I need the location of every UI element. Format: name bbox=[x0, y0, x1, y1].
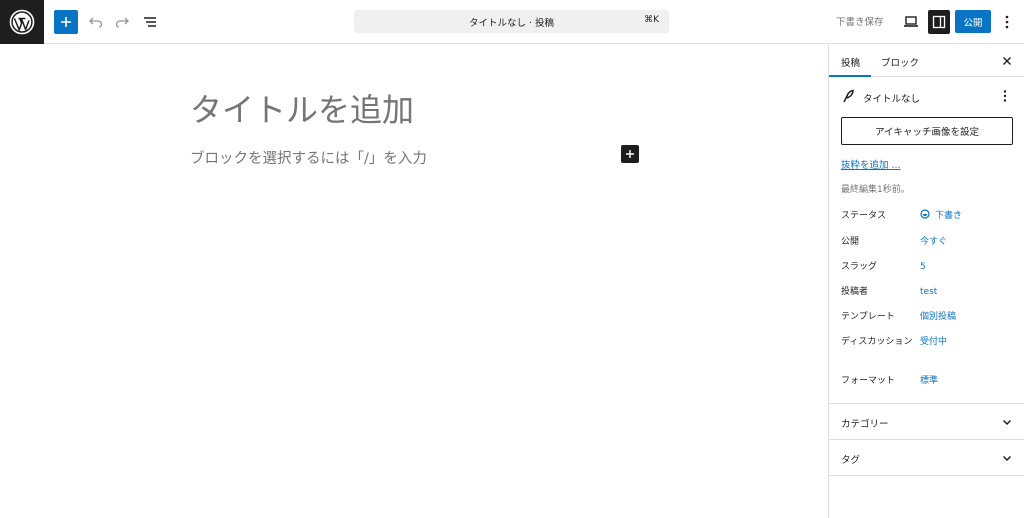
wordpress-logo-button[interactable] bbox=[0, 0, 44, 44]
plus-icon bbox=[626, 150, 634, 158]
redo-button[interactable] bbox=[112, 12, 132, 32]
command-shortcut: ⌘K bbox=[644, 15, 659, 25]
save-draft-button[interactable]: 下書き保存 bbox=[836, 14, 884, 28]
draft-status-icon bbox=[920, 209, 930, 219]
discussion-value[interactable]: 受付中 bbox=[920, 335, 947, 349]
post-card: タイトルなし bbox=[829, 77, 1024, 117]
options-button[interactable] bbox=[998, 12, 1016, 32]
slug-value[interactable]: 5 bbox=[920, 260, 926, 274]
add-excerpt-link[interactable]: 抜粋を追加 ... bbox=[841, 157, 901, 171]
post-name: タイトルなし bbox=[863, 94, 921, 105]
document-title: タイトルなし · 投稿 bbox=[468, 17, 555, 29]
sidebar-tabs: 投稿 ブロック bbox=[829, 45, 1024, 77]
sidebar-icon bbox=[932, 15, 946, 29]
status-value[interactable]: 下書き bbox=[920, 209, 962, 223]
meta-label: ステータス bbox=[841, 211, 887, 221]
set-featured-image-button[interactable]: アイキャッチ画像を設定 bbox=[841, 117, 1013, 145]
plus-icon bbox=[61, 17, 71, 27]
more-vertical-icon[interactable] bbox=[998, 89, 1012, 103]
wordpress-icon bbox=[9, 9, 35, 35]
add-block-button[interactable] bbox=[621, 145, 639, 163]
panel-tags[interactable]: タグ bbox=[829, 439, 1024, 475]
editor-toolbar: タイトルなし · 投稿 ⌘K 下書き保存 公開 bbox=[0, 0, 1024, 44]
undo-button[interactable] bbox=[86, 12, 106, 32]
template-value[interactable]: 個別投稿 bbox=[920, 310, 956, 324]
tab-block[interactable]: ブロック bbox=[881, 55, 919, 69]
tab-post[interactable]: 投稿 bbox=[841, 55, 860, 69]
block-inserter-button[interactable] bbox=[54, 10, 78, 34]
meta-label: フォーマット bbox=[841, 376, 896, 386]
last-edited-text: 最終編集1秒前。 bbox=[841, 185, 910, 195]
default-block-appender[interactable]: ブロックを選択するには「/」を入力 bbox=[190, 147, 427, 168]
list-view-icon bbox=[144, 17, 156, 27]
editor-canvas: タイトルを追加 ブロックを選択するには「/」を入力 bbox=[0, 45, 828, 518]
meta-label: 投稿者 bbox=[841, 287, 869, 297]
redo-icon bbox=[115, 17, 129, 28]
command-palette-bar[interactable]: タイトルなし · 投稿 ⌘K bbox=[354, 10, 669, 33]
settings-toggle-button[interactable] bbox=[928, 10, 950, 34]
status-value-label: 下書き bbox=[935, 211, 963, 221]
preview-button[interactable] bbox=[900, 12, 922, 32]
publish-button[interactable]: 公開 bbox=[955, 10, 991, 33]
document-overview-button[interactable] bbox=[140, 12, 160, 32]
meta-label: 公開 bbox=[841, 237, 860, 247]
close-icon[interactable] bbox=[1000, 54, 1014, 68]
meta-label: スラッグ bbox=[841, 262, 878, 272]
meta-label: ディスカッション bbox=[841, 337, 913, 347]
meta-label: テンプレート bbox=[841, 312, 895, 322]
publish-date-value[interactable]: 今すぐ bbox=[920, 235, 947, 249]
panel-title: タグ bbox=[841, 455, 861, 466]
panel-title: カテゴリー bbox=[841, 419, 889, 430]
chevron-down-icon bbox=[1002, 455, 1012, 462]
undo-icon bbox=[89, 17, 103, 28]
desktop-icon bbox=[904, 16, 918, 27]
panel-categories[interactable]: カテゴリー bbox=[829, 403, 1024, 439]
panel-divider bbox=[829, 475, 1024, 476]
settings-sidebar: 投稿 ブロック タイトルなし アイキャッチ画像を設定 抜粋を追加 ... 最終編… bbox=[828, 45, 1024, 518]
more-vertical-icon bbox=[1005, 15, 1009, 29]
format-value[interactable]: 標準 bbox=[920, 374, 938, 388]
feather-icon bbox=[843, 89, 854, 103]
author-value[interactable]: test bbox=[920, 285, 937, 299]
post-title-input[interactable]: タイトルを追加 bbox=[190, 85, 414, 131]
chevron-down-icon bbox=[1002, 419, 1012, 426]
